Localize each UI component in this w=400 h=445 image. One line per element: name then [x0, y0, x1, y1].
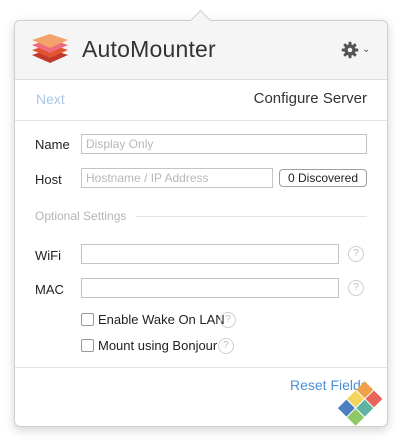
optional-settings-heading: Optional Settings: [35, 209, 127, 223]
name-label: Name: [35, 137, 70, 152]
app-popover: AutoMounter ⌄ Next Configure Server Name…: [14, 20, 388, 427]
bonjour-option[interactable]: Mount using Bonjour: [81, 338, 241, 354]
help-icon[interactable]: ?: [348, 280, 364, 296]
wake-on-lan-label: Enable Wake On LAN: [98, 312, 225, 327]
chevron-down-icon: ⌄: [362, 44, 371, 55]
section-divider: [136, 216, 367, 217]
name-input[interactable]: [81, 134, 367, 154]
page-title: Configure Server: [253, 90, 367, 107]
bonjour-checkbox[interactable]: [81, 339, 94, 352]
footer-divider: [15, 367, 387, 368]
mac-label: MAC: [35, 282, 64, 297]
host-label: Host: [35, 172, 62, 187]
help-icon[interactable]: ?: [220, 312, 236, 328]
help-icon[interactable]: ?: [218, 338, 234, 354]
discovered-button[interactable]: 0 Discovered: [279, 169, 367, 187]
settings-menu-button[interactable]: ⌄: [341, 41, 373, 59]
wifi-label: WiFi: [35, 248, 61, 263]
host-input[interactable]: [81, 168, 273, 188]
help-icon[interactable]: ?: [348, 246, 364, 262]
mac-input[interactable]: [81, 278, 339, 298]
bonjour-label: Mount using Bonjour: [98, 338, 218, 353]
wifi-input[interactable]: [81, 244, 339, 264]
watermark-logo-icon: [337, 381, 383, 426]
app-logo-icon: [32, 34, 68, 63]
wake-on-lan-checkbox[interactable]: [81, 313, 94, 326]
next-button[interactable]: Next: [36, 91, 65, 107]
app-title: AutoMounter: [82, 36, 216, 62]
gear-icon: [341, 41, 359, 59]
navigation-bar: Next Configure Server: [15, 80, 387, 121]
